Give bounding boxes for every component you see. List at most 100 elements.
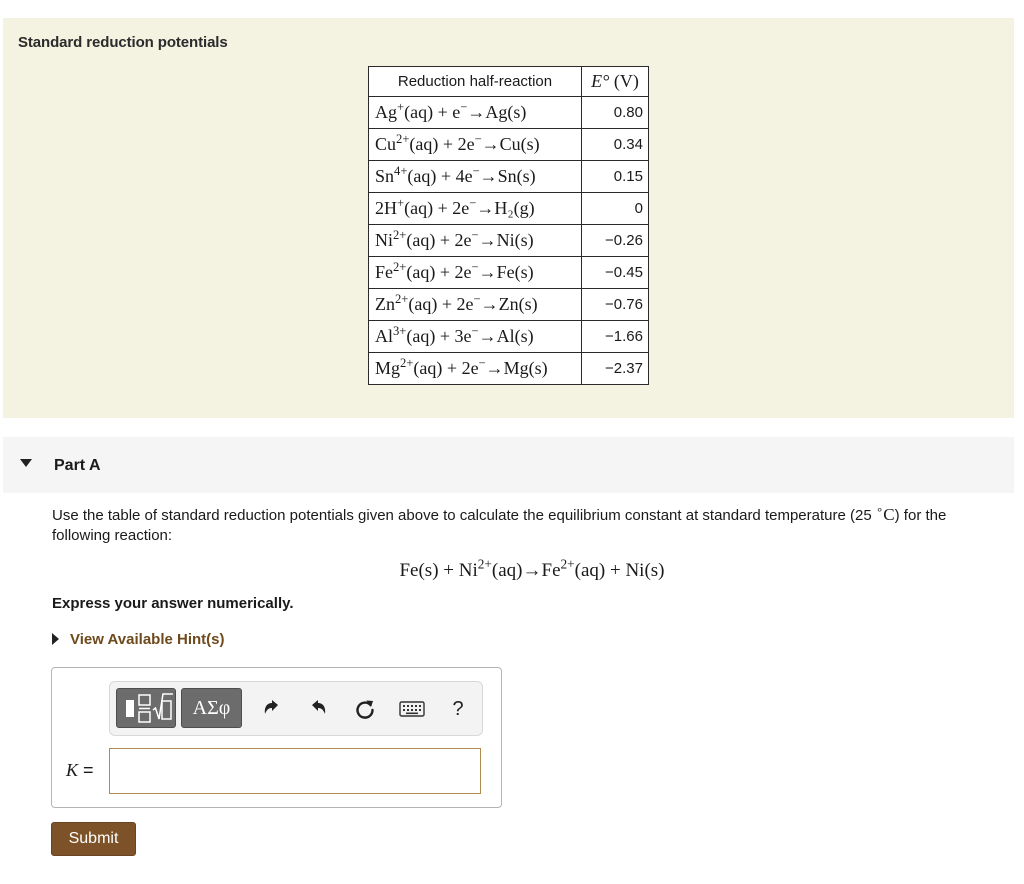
potential-unit: (V) [613,71,639,91]
table-row: Sn4+(aq) + 4e−→Sn(s) 0.15 [368,160,649,193]
part-a-header[interactable]: Part A [3,437,1014,493]
electrons: 2e [457,134,475,154]
electron-charge: − [478,356,486,371]
potential-symbol: E° [591,71,610,91]
potential-value-cell: 0 [581,192,649,225]
view-hints-link[interactable]: View Available Hint(s) [52,631,225,648]
reaction-equation: Fe(s) + Ni2+(aq)→Fe2+(aq) + Ni(s) [0,556,1024,582]
equation-lhs1-charge: 2+ [477,556,492,572]
half-reaction-cell: Zn2+(aq) + 2e−→Zn(s) [368,288,582,321]
reactant-charge: 2+ [396,132,410,147]
electrons: 2e [452,198,470,218]
electron-charge: − [472,164,480,179]
redo-icon[interactable] [305,696,331,722]
equals-sign: = [83,760,94,780]
product-species: Sn(s) [497,166,536,186]
reactant-charge: + [397,196,405,211]
degree-celsius: ∘C [876,504,895,524]
electrons: 2e [454,230,472,250]
keyboard-icon[interactable] [399,696,425,722]
reactant-species: 2H [375,198,397,218]
electron-charge: − [473,292,481,307]
product-species: Al(s) [496,326,534,346]
table-row: Mg2+(aq) + 2e−→Mg(s) −2.37 [368,352,649,385]
answer-input[interactable] [109,748,481,794]
equation-rhs1: Fe [541,560,561,581]
electrons: 2e [454,262,472,282]
potential-value-cell: −1.66 [581,320,649,353]
table-row: Ag+(aq) + e−→Ag(s) 0.80 [368,96,649,129]
table-row: Zn2+(aq) + 2e−→Zn(s) −0.76 [368,288,649,321]
submit-button[interactable]: Submit [51,822,136,856]
half-reaction-cell: Cu2+(aq) + 2e−→Cu(s) [368,128,582,161]
column-header-potential: E° (V) [581,66,649,97]
potential-value-cell: −0.45 [581,256,649,289]
reactant-species: Sn [375,166,395,186]
electron-charge: − [471,324,479,339]
table-row: Cu2+(aq) + 2e−→Cu(s) 0.34 [368,128,649,161]
reactant-charge: 4+ [394,164,408,179]
k-symbol: K [66,760,79,780]
potential-value-cell: 0.15 [581,160,649,193]
intro-title: Standard reduction potentials [18,34,228,51]
product-species: Ag(s) [485,102,527,122]
table-header-row: Reduction half-reaction E° (V) [368,66,649,97]
product-species: H₂(g) [494,198,535,218]
greek-symbols-button[interactable]: ΑΣφ [181,688,242,728]
electron-charge: − [460,100,468,115]
reactant-charge: 2+ [393,260,407,275]
table-row: Ni2+(aq) + 2e−→Ni(s) −0.26 [368,224,649,257]
table-row: 2H+(aq) + 2e−→H₂(g) 0 [368,192,649,225]
potential-value-cell: −0.26 [581,224,649,257]
reactant-species: Ni [375,230,393,250]
help-icon[interactable]: ? [445,696,471,722]
electrons: 3e [454,326,472,346]
answer-label: K = [66,760,94,781]
collapse-caret-icon[interactable] [20,459,32,467]
templates-button[interactable] [116,688,176,728]
answer-box: ΑΣφ ? K = [51,667,502,808]
electron-charge: − [471,260,479,275]
hints-label: View Available Hint(s) [70,631,225,648]
product-species: Cu(s) [499,134,540,154]
table-row: Fe2+(aq) + 2e−→Fe(s) −0.45 [368,256,649,289]
intro-panel: Standard reduction potentials Reduction … [3,18,1014,418]
reactant-species: Mg [375,358,401,378]
reactant-charge: + [397,100,405,115]
product-species: Zn(s) [498,294,538,314]
reactant-charge: 2+ [395,292,409,307]
equation-rhs2: (aq) + Ni(s) [574,560,665,581]
potential-value-cell: 0.80 [581,96,649,129]
reactant-species: Cu [375,134,397,154]
half-reaction-cell: Ni2+(aq) + 2e−→Ni(s) [368,224,582,257]
question-text: Use the table of standard reduction pote… [52,504,1002,546]
reactant-species: Zn [375,294,395,314]
product-species: Mg(s) [503,358,548,378]
half-reaction-cell: 2H+(aq) + 2e−→H₂(g) [368,192,582,225]
reset-icon[interactable] [352,696,378,722]
half-reaction-cell: Mg2+(aq) + 2e−→Mg(s) [368,352,582,385]
potential-value-cell: −0.76 [581,288,649,321]
reactant-species: Ag [375,102,397,122]
reactant-charge: 3+ [393,324,407,339]
part-title: Part A [54,457,101,474]
product-species: Fe(s) [496,262,534,282]
math-toolbar: ΑΣφ ? [109,681,483,736]
electron-charge: − [474,132,482,147]
reduction-potentials-table: Reduction half-reaction E° (V) Ag+(aq) +… [368,66,649,385]
reactant-charge: 2+ [400,356,414,371]
half-reaction-cell: Fe2+(aq) + 2e−→Fe(s) [368,256,582,289]
table-row: Al3+(aq) + 3e−→Al(s) −1.66 [368,320,649,353]
expand-caret-icon [52,633,59,645]
equation-lhs1: Fe(s) + Ni [399,560,478,581]
question-main: Use the table of standard reduction pote… [52,507,872,524]
templates-icon [126,693,173,723]
table-body: Ag+(aq) + e−→Ag(s) 0.80 Cu2+(aq) + 2e−→Cu(… [368,96,649,385]
reactant-charge: 2+ [393,228,407,243]
equation-lhs2: (aq) [491,560,523,581]
electron-charge: − [469,196,477,211]
equation-rhs1-charge: 2+ [560,556,575,572]
potential-value-cell: 0.34 [581,128,649,161]
half-reaction-cell: Ag+(aq) + e−→Ag(s) [368,96,582,129]
undo-icon[interactable] [259,696,285,722]
